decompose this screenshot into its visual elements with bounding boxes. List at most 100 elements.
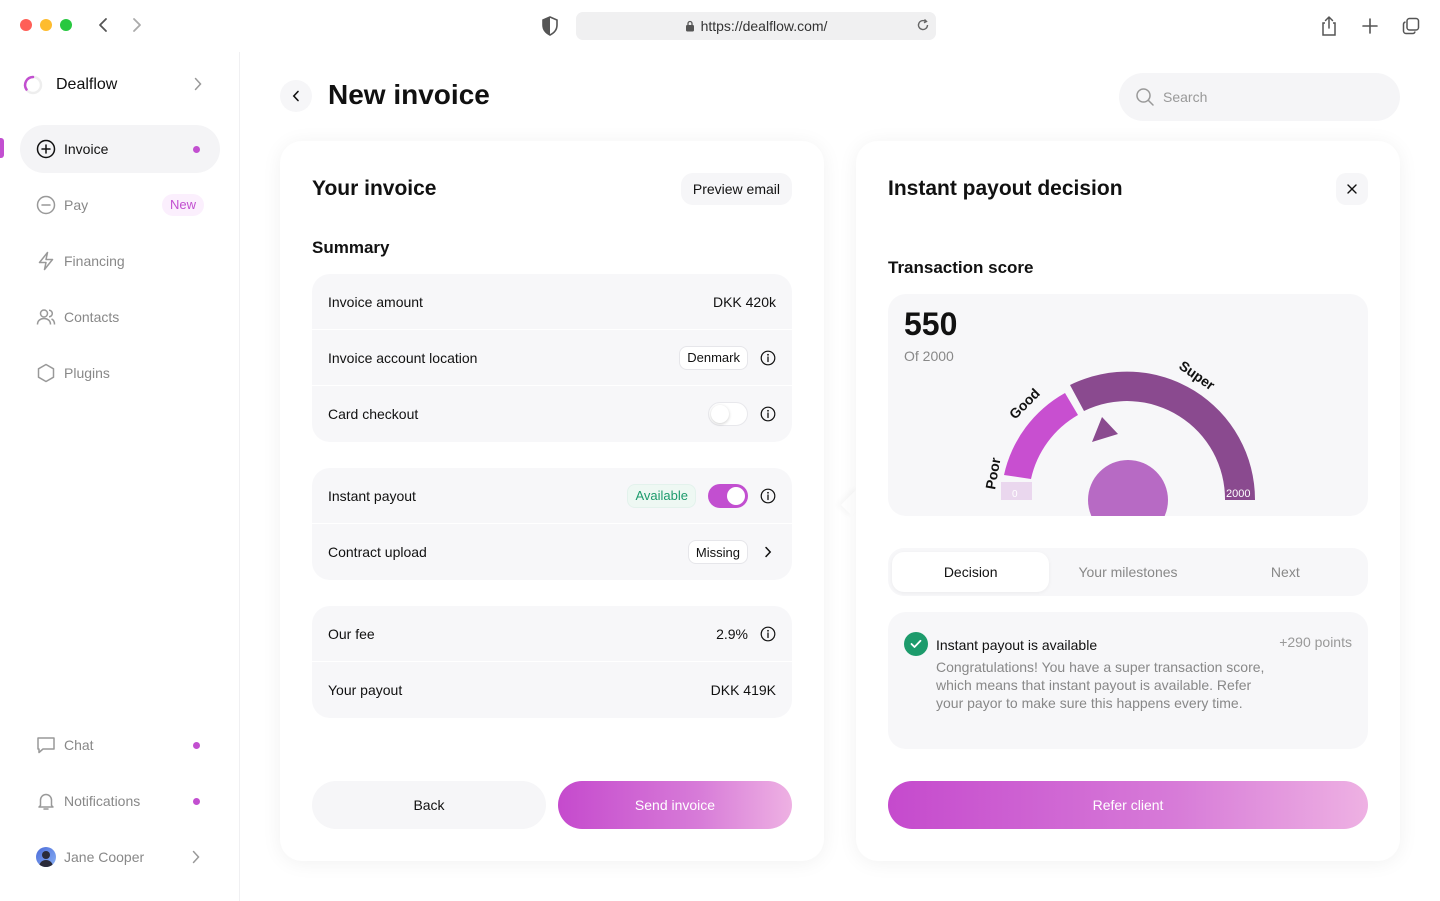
card-checkout-row: Card checkout <box>312 386 792 442</box>
lock-icon <box>685 20 695 32</box>
tab-overview-icon[interactable] <box>1399 14 1423 38</box>
brand-name: Dealflow <box>56 76 118 93</box>
sidebar-item-contacts[interactable]: Contacts <box>20 293 220 341</box>
gauge-label-max: 2000 <box>1226 488 1250 500</box>
summary-title: Summary <box>312 238 390 257</box>
points-earned: +290 points <box>1279 634 1352 650</box>
score-gauge-panel: 550 Of 2000 Poor Good Super 0 2000 <box>888 294 1368 516</box>
new-tab-icon[interactable] <box>1358 14 1382 38</box>
sidebar-item-chat[interactable]: Chat <box>20 721 220 769</box>
account-location-row: Invoice account location Denmark <box>312 330 792 386</box>
refer-client-button[interactable]: Refer client <box>888 781 1368 829</box>
sidebar-item-label: Contacts <box>64 309 120 325</box>
minimize-window-button[interactable] <box>40 19 52 31</box>
invoice-amount-row: Invoice amount DKK 420k <box>312 274 792 330</box>
status-badge: Missing <box>687 540 748 564</box>
sidebar-item-financing[interactable]: Financing <box>20 237 220 285</box>
dealflow-logo-icon <box>23 75 43 95</box>
row-label: Invoice amount <box>328 293 423 310</box>
chevron-right-icon <box>192 850 200 867</box>
browser-forward-icon[interactable] <box>126 14 148 36</box>
tab-your-milestones[interactable]: Your milestones <box>1049 552 1206 592</box>
row-label: Card checkout <box>328 406 419 422</box>
bell-icon <box>36 791 56 811</box>
info-icon[interactable] <box>760 626 776 642</box>
address-bar[interactable]: https://dealflow.com/ <box>576 12 936 40</box>
reload-icon[interactable] <box>916 18 930 35</box>
sidebar-item-invoice[interactable]: Invoice <box>20 125 220 173</box>
search-input[interactable] <box>1163 89 1363 105</box>
info-icon[interactable] <box>760 350 776 366</box>
send-invoice-button[interactable]: Send invoice <box>558 781 792 829</box>
instant-payout-toggle[interactable] <box>708 483 748 508</box>
score-gauge: Poor Good Super 0 2000 <box>982 357 1256 516</box>
sidebar-item-plugins[interactable]: Plugins <box>20 349 220 397</box>
sidebar-item-label: Financing <box>64 253 125 269</box>
info-icon[interactable] <box>760 488 776 504</box>
checkmark-icon <box>904 632 928 656</box>
maximize-window-button[interactable] <box>60 19 72 31</box>
plus-circle-icon <box>36 139 56 159</box>
invoice-card: Your invoice Preview email Summary Invoi… <box>280 141 824 861</box>
payout-value: DKK 419K <box>710 682 776 698</box>
share-icon[interactable] <box>1317 14 1341 38</box>
chevron-right-icon[interactable] <box>760 544 776 560</box>
notification-dot <box>193 798 200 805</box>
sidebar-item-label: Chat <box>64 737 94 753</box>
browser-toolbar: https://dealflow.com/ <box>0 0 1440 52</box>
instant-payout-row: Instant payout Available <box>312 468 792 524</box>
close-icon <box>1347 184 1357 194</box>
new-badge: New <box>161 194 204 216</box>
sidebar-item-label: Pay <box>64 197 89 213</box>
workspace-switcher[interactable]: Dealflow <box>20 72 220 98</box>
location-pill[interactable]: Denmark <box>679 345 748 370</box>
toggle-knob <box>711 405 729 423</box>
decision-result-card: Instant payout is available +290 points … <box>888 612 1368 749</box>
invoice-details-group: Invoice amount DKK 420k Invoice account … <box>312 274 792 442</box>
fee-row: Our fee 2.9% <box>312 606 792 662</box>
sidebar-item-label: Plugins <box>64 365 110 381</box>
close-window-button[interactable] <box>20 19 32 31</box>
fee-summary-group: Our fee 2.9% Your payout DKK 419K <box>312 606 792 718</box>
decision-card-title: Instant payout decision <box>888 177 1123 200</box>
chevron-right-icon <box>194 77 202 96</box>
avatar <box>36 847 56 867</box>
decision-tabs: Decision Your milestones Next <box>888 548 1368 596</box>
privacy-shield-icon[interactable] <box>540 15 560 37</box>
sidebar-item-profile[interactable]: Jane Cooper <box>20 833 220 881</box>
decision-result-body: Congratulations! You have a super transa… <box>936 659 1265 711</box>
sidebar-item-pay[interactable]: Pay New <box>20 181 220 229</box>
row-label: Invoice account location <box>328 349 478 366</box>
payout-options-group: Instant payout Available Contract upload… <box>312 468 792 580</box>
search-icon <box>1136 88 1154 106</box>
tab-decision[interactable]: Decision <box>892 552 1050 592</box>
card-checkout-toggle[interactable] <box>708 402 748 426</box>
search-box[interactable] <box>1119 73 1400 121</box>
chat-icon <box>36 735 56 755</box>
payout-decision-card: Instant payout decision Transaction scor… <box>856 141 1400 861</box>
gauge-pointer <box>1092 417 1118 442</box>
row-label: Your payout <box>328 682 403 698</box>
sidebar-item-notifications[interactable]: Notifications <box>20 777 220 825</box>
sidebar-item-label: Notifications <box>64 793 141 809</box>
browser-back-icon[interactable] <box>92 14 114 36</box>
payout-row: Your payout DKK 419K <box>312 662 792 718</box>
active-indicator <box>0 138 4 158</box>
transaction-score-title: Transaction score <box>888 258 1034 277</box>
fee-value: 2.9% <box>716 625 748 642</box>
url-text: https://dealflow.com/ <box>700 18 828 34</box>
invoice-amount-value: DKK 420k <box>712 293 776 310</box>
gauge-label-poor: Poor <box>982 456 1003 491</box>
back-button[interactable] <box>280 80 312 112</box>
back-button[interactable]: Back <box>312 781 546 829</box>
toggle-knob <box>727 486 745 505</box>
lightning-icon <box>36 251 56 271</box>
status-badge: Available <box>627 483 696 508</box>
minus-circle-icon <box>36 195 56 215</box>
close-button[interactable] <box>1336 173 1368 205</box>
preview-email-button[interactable]: Preview email <box>680 173 792 205</box>
contract-upload-row[interactable]: Contract upload Missing <box>312 524 792 580</box>
tab-next[interactable]: Next <box>1207 552 1364 592</box>
page-title: New invoice <box>328 79 490 110</box>
info-icon[interactable] <box>760 406 776 422</box>
